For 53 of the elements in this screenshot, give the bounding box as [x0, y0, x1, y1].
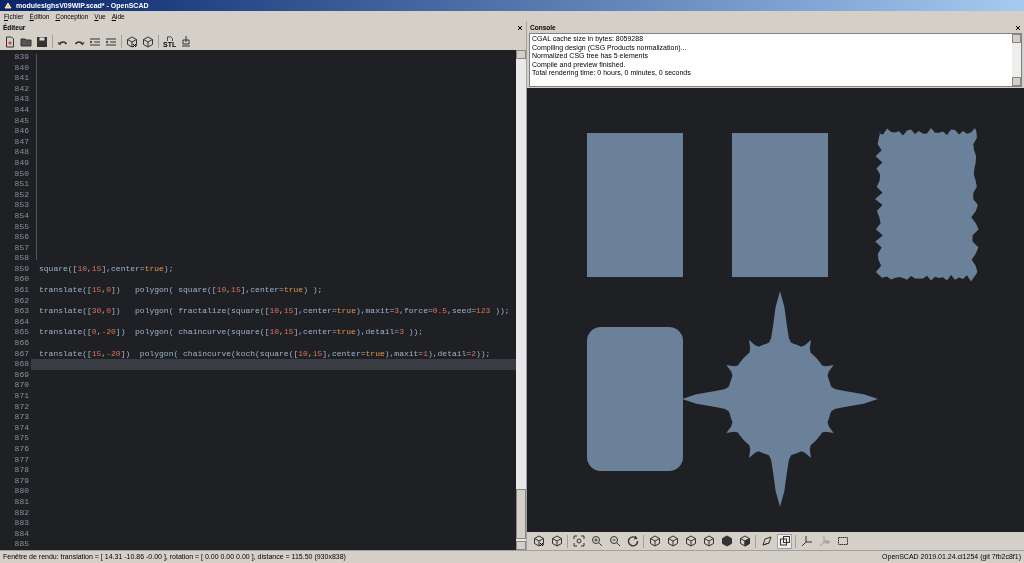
edges-icon: [836, 535, 849, 547]
toolbar-button[interactable]: [549, 533, 564, 549]
cube-front-icon: [720, 535, 733, 547]
new-file-icon[interactable]: [4, 35, 16, 48]
cube-top-icon: [666, 535, 679, 547]
toolbar-button[interactable]: [777, 533, 792, 549]
close-icon[interactable]: [517, 24, 523, 31]
zoom-in-icon: [590, 535, 603, 547]
vertical-scrollbar[interactable]: [516, 50, 526, 550]
close-icon[interactable]: [1015, 24, 1021, 31]
folder-icon[interactable]: [20, 35, 32, 48]
cube-back-icon: [738, 535, 751, 547]
toolbar-button[interactable]: [571, 533, 586, 549]
code-editor[interactable]: [0, 50, 526, 550]
code-line: translate([15,-20]) polygon( chaincurve(koch(square([10,15],center=true),maxit=1),detail=2));: [39, 348, 491, 360]
toolbar-button[interactable]: [701, 533, 716, 549]
unindent-icon[interactable]: [105, 35, 117, 48]
cube-left-icon: [702, 535, 715, 547]
code-line: translate([0,-20]) polygon( chaincurve(square([10,15],center=true),detail=3 ));: [39, 327, 424, 339]
toolbar-button[interactable]: [737, 533, 752, 549]
preview-cube-icon: [532, 535, 545, 547]
scrollbar-thumb[interactable]: [516, 489, 526, 539]
toolbar-button[interactable]: [625, 533, 640, 549]
print-icon[interactable]: [180, 35, 193, 48]
perspective-icon: [760, 535, 773, 547]
toolbar-button[interactable]: [683, 533, 698, 549]
toolbar-button[interactable]: [589, 533, 604, 549]
line-number: 868: [0, 359, 31, 370]
zoom-all-icon: [572, 535, 585, 547]
axes-icon: [800, 535, 813, 547]
toolbar-button[interactable]: [531, 533, 546, 549]
scale-markers-icon: [818, 535, 831, 547]
code-line: translate([15,0]) polygon( square([10,15],center=true) );: [39, 285, 323, 296]
cube-right-icon: [648, 535, 661, 547]
cube-bottom-icon: [684, 535, 697, 547]
toolbar-button[interactable]: [719, 533, 734, 549]
3d-viewport[interactable]: [527, 88, 1024, 532]
toolbar-button[interactable]: [647, 533, 662, 549]
zoom-out-icon: [608, 535, 621, 547]
code-line: square([10,15],center=true);: [39, 263, 174, 275]
indent-icon[interactable]: [89, 35, 101, 48]
reset-view-icon: [626, 535, 639, 547]
render-cube-icon[interactable]: [142, 35, 154, 48]
code-line: translate([30,0]) polygon( fractalize(square([10,15],center=true),maxit=3,force=0.5,seed=123 ));: [39, 306, 510, 317]
save-icon[interactable]: [36, 35, 48, 48]
toolbar-button[interactable]: [665, 533, 680, 549]
toolbar-button[interactable]: [607, 533, 622, 549]
app-icon: [4, 1, 12, 10]
preview-cube-icon[interactable]: [126, 35, 138, 48]
orthogonal-icon: [778, 535, 791, 547]
render-cube-icon: [550, 535, 563, 547]
export-icon: [165, 35, 174, 41]
toolbar-button[interactable]: [759, 533, 774, 549]
